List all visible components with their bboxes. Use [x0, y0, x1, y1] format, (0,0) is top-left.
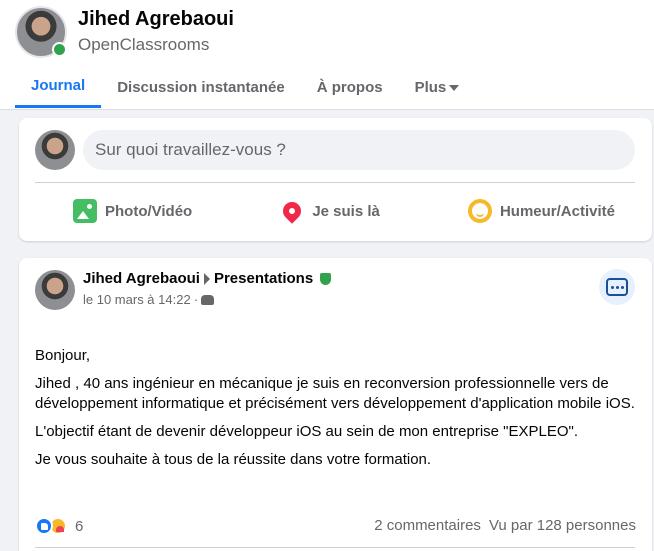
post-options-button[interactable]: [599, 269, 635, 305]
post-header: Jihed Agrebaoui Presentations: [83, 270, 332, 287]
profile-name[interactable]: Jihed Agrebaoui: [78, 8, 234, 31]
views-count-link[interactable]: Vu par 128 personnes: [489, 517, 636, 534]
photo-video-button[interactable]: Photo/Vidéo: [35, 191, 212, 231]
composer-actions: Photo/Vidéo Je suis là Humeur/Activité: [35, 191, 635, 231]
tab-label: Journal: [31, 77, 86, 94]
tab-plus[interactable]: Plus: [399, 66, 476, 108]
group-privacy-icon: [201, 294, 215, 305]
post-group-name[interactable]: Presentations: [214, 270, 313, 287]
post-paragraph: Jihed , 40 ans ingénieur en mécanique je…: [35, 375, 635, 412]
check-in-button[interactable]: Je suis là: [260, 191, 400, 231]
post-paragraph: Bonjour,: [35, 347, 91, 364]
profile-header: Jihed Agrebaoui OpenClassrooms Journal D…: [0, 0, 654, 110]
tab-label: À propos: [316, 78, 383, 96]
action-label: Photo/Vidéo: [105, 202, 193, 220]
reactions-summary[interactable]: 6: [35, 517, 83, 535]
like-reaction-icon: [35, 517, 53, 535]
smiley-icon: [467, 199, 492, 223]
profile-subtitle[interactable]: OpenClassrooms: [78, 35, 209, 55]
post-author-avatar[interactable]: [35, 270, 75, 310]
arrow-right-icon: [203, 272, 210, 285]
shield-icon: [320, 272, 332, 285]
reaction-count: 6: [75, 517, 84, 535]
post-meta: le 10 mars à 14:22 ·: [83, 292, 215, 307]
meta-separator: ·: [193, 292, 199, 307]
tab-discussion-instantanee[interactable]: Discussion instantanée: [101, 66, 301, 108]
feeling-activity-button[interactable]: Humeur/Activité: [448, 191, 635, 231]
more-options-icon: [606, 278, 628, 296]
tab-journal[interactable]: Journal: [15, 66, 102, 108]
post-body: Bonjour, Jihed , 40 ans ingénieur en méc…: [35, 346, 639, 478]
tab-a-propos[interactable]: À propos: [301, 66, 399, 108]
composer-avatar[interactable]: [35, 130, 75, 170]
location-pin-icon: [279, 198, 306, 224]
divider: [35, 547, 635, 548]
photo-video-icon: [73, 199, 97, 223]
online-status-indicator: [52, 42, 67, 57]
status-input[interactable]: [83, 130, 635, 170]
tab-label: Plus: [414, 78, 447, 96]
comments-count-link[interactable]: 2 commentaires: [374, 517, 481, 534]
post-paragraph: L'objectif étant de devenir développeur …: [35, 423, 579, 440]
post-timestamp[interactable]: le 10 mars à 14:22: [83, 292, 191, 307]
post-card: Jihed Agrebaoui Presentations le 10 mars…: [19, 258, 652, 551]
caret-down-icon: [449, 85, 460, 91]
action-label: Je suis là: [312, 202, 380, 220]
post-paragraph: Je vous souhaite à tous de la réussite d…: [35, 451, 432, 468]
post-composer: Photo/Vidéo Je suis là Humeur/Activité: [19, 118, 652, 241]
action-label: Humeur/Activité: [499, 202, 615, 220]
divider: [35, 182, 635, 183]
profile-tabs: Journal Discussion instantanée À propos …: [15, 66, 475, 110]
tab-label: Discussion instantanée: [117, 78, 285, 96]
post-stats: 2 commentaires Vu par 128 personnes: [374, 517, 636, 534]
post-author-name[interactable]: Jihed Agrebaoui: [83, 270, 200, 287]
